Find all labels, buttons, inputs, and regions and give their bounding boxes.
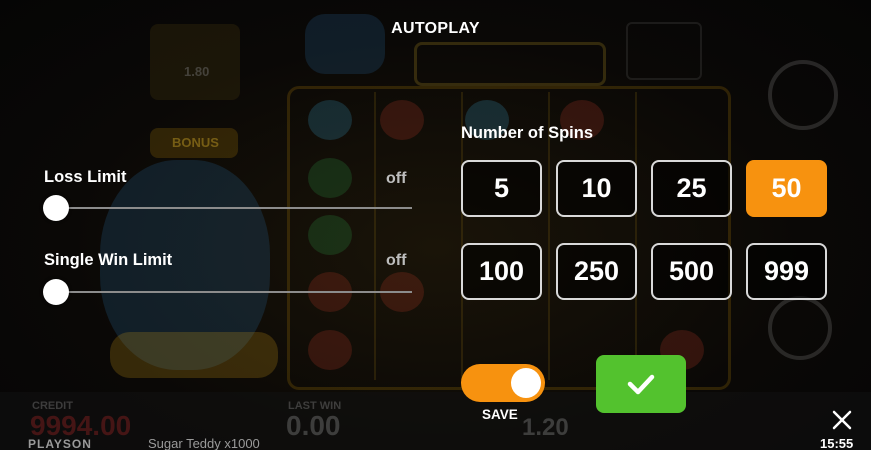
spins-option-button[interactable]: 100 xyxy=(461,243,542,300)
bonus-label: BONUS xyxy=(172,135,219,150)
single-win-limit-slider-handle[interactable] xyxy=(43,279,69,305)
confirm-button[interactable] xyxy=(596,355,686,413)
spins-option-button[interactable]: 10 xyxy=(556,160,637,217)
close-button[interactable] xyxy=(826,404,858,436)
spins-option-button[interactable]: 25 xyxy=(651,160,732,217)
save-toggle-thumb xyxy=(511,368,541,398)
provider-logo: PLAYSON xyxy=(28,437,92,450)
autoplay-icon-background xyxy=(768,60,838,130)
clock: 15:55 xyxy=(820,436,854,450)
reel-symbol xyxy=(380,100,424,140)
reel-symbol xyxy=(308,330,352,370)
promo-value: 1.80 xyxy=(184,64,210,79)
reel-symbol xyxy=(308,215,352,255)
reel-divider xyxy=(635,92,637,380)
loss-limit-value: off xyxy=(386,170,407,187)
autoplay-title: AUTOPLAY xyxy=(391,20,480,37)
loss-limit-slider-handle[interactable] xyxy=(43,195,69,221)
spins-option-button[interactable]: 250 xyxy=(556,243,637,300)
spins-option-button[interactable]: 500 xyxy=(651,243,732,300)
last-win-value: 0.00 xyxy=(286,410,341,441)
reel-divider xyxy=(374,92,376,380)
loss-limit-label: Loss Limit xyxy=(44,168,127,186)
reel-symbol xyxy=(308,100,352,140)
number-of-spins-heading: Number of Spins xyxy=(461,124,594,142)
save-label: SAVE xyxy=(482,407,518,422)
close-icon xyxy=(832,410,852,430)
save-toggle[interactable] xyxy=(461,364,545,402)
turbo-icon-background xyxy=(768,296,832,360)
single-win-limit-slider-track[interactable] xyxy=(56,291,412,293)
bet-value: 1.20 xyxy=(522,414,569,441)
loss-limit-slider-track[interactable] xyxy=(56,207,412,209)
single-win-limit-value: off xyxy=(386,252,407,269)
win-box-background xyxy=(414,42,606,86)
checkmark-icon xyxy=(627,374,655,395)
game-name: Sugar Teddy x1000 xyxy=(148,436,260,450)
cake-background xyxy=(110,332,278,378)
spins-option-button[interactable]: 999 xyxy=(746,243,827,300)
game-screen: CREDIT 9994.00 LAST WIN 0.00 1.20 BONUS … xyxy=(0,0,871,450)
reel-symbol xyxy=(308,158,352,198)
spins-option-button[interactable]: 5 xyxy=(461,160,542,217)
spins-option-button[interactable]: 50 xyxy=(746,160,827,217)
single-win-limit-label: Single Win Limit xyxy=(44,251,173,269)
